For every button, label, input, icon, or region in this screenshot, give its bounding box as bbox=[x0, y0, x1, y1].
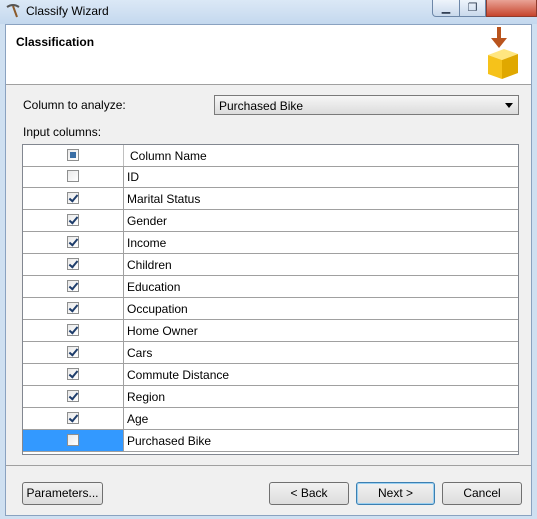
column-checkbox[interactable] bbox=[67, 214, 79, 226]
checkbox-cell bbox=[23, 430, 124, 451]
table-row[interactable]: Region bbox=[23, 386, 518, 408]
restore-icon: ❐ bbox=[467, 2, 478, 14]
wizard-header: Classification bbox=[6, 25, 531, 85]
cancel-button[interactable]: Cancel bbox=[442, 482, 522, 505]
column-checkbox[interactable] bbox=[67, 302, 79, 314]
column-checkbox[interactable] bbox=[67, 324, 79, 336]
column-checkbox[interactable] bbox=[67, 434, 79, 446]
checkbox-cell bbox=[23, 166, 124, 187]
grid-header: Column Name bbox=[23, 145, 518, 167]
pickaxe-icon bbox=[6, 4, 20, 18]
minimize-button[interactable]: ▁ bbox=[432, 0, 460, 17]
table-row[interactable]: Age bbox=[23, 408, 518, 430]
footer-divider bbox=[6, 465, 531, 466]
column-name-cell: Children bbox=[127, 258, 172, 272]
column-checkbox[interactable] bbox=[67, 236, 79, 248]
column-name-cell: Cars bbox=[127, 346, 153, 360]
table-row[interactable]: ID bbox=[23, 166, 518, 188]
page-title: Classification bbox=[16, 35, 95, 49]
table-row[interactable]: Cars bbox=[23, 342, 518, 364]
column-name-cell: ID bbox=[127, 170, 139, 184]
input-columns-grid: Column Name ID Marital Status Gender Income… bbox=[22, 144, 519, 455]
checkbox-cell bbox=[23, 232, 124, 253]
column-name-cell: Purchased Bike bbox=[127, 434, 212, 448]
checkbox-cell bbox=[23, 320, 124, 341]
column-checkbox[interactable] bbox=[67, 346, 79, 358]
column-checkbox[interactable] bbox=[67, 280, 79, 292]
checkbox-cell bbox=[23, 342, 124, 363]
table-row[interactable]: Children bbox=[23, 254, 518, 276]
column-checkbox[interactable] bbox=[67, 192, 79, 204]
column-to-analyze-dropdown[interactable]: Purchased Bike bbox=[214, 95, 519, 115]
column-name-cell: Home Owner bbox=[127, 324, 198, 338]
column-name-cell: Gender bbox=[127, 214, 168, 228]
select-all-checkbox[interactable] bbox=[67, 149, 79, 161]
column-name-cell: Age bbox=[127, 412, 149, 426]
column-to-analyze-label: Column to analyze: bbox=[23, 98, 126, 112]
close-button[interactable] bbox=[486, 0, 537, 17]
column-name-cell: Education bbox=[127, 280, 181, 294]
table-row[interactable]: Marital Status bbox=[23, 188, 518, 210]
input-columns-label: Input columns: bbox=[23, 125, 102, 139]
title-bar: Classify Wizard ▁ ❐ bbox=[0, 0, 537, 24]
column-name-cell: Region bbox=[127, 390, 166, 404]
column-checkbox[interactable] bbox=[67, 368, 79, 380]
minimize-icon: ▁ bbox=[441, 2, 451, 14]
checkbox-cell bbox=[23, 364, 124, 385]
column-checkbox[interactable] bbox=[67, 170, 79, 182]
table-row[interactable]: Home Owner bbox=[23, 320, 518, 342]
checkbox-cell bbox=[23, 188, 124, 209]
column-name-cell: Marital Status bbox=[127, 192, 201, 206]
checkbox-cell bbox=[23, 276, 124, 297]
column-name-cell: Commute Distance bbox=[127, 368, 230, 382]
parameters-button[interactable]: Parameters... bbox=[22, 482, 103, 505]
column-checkbox[interactable] bbox=[67, 412, 79, 424]
checkbox-cell bbox=[23, 386, 124, 407]
chevron-down-icon[interactable] bbox=[505, 103, 513, 108]
back-button[interactable]: < Back bbox=[269, 482, 349, 505]
dropdown-value: Purchased Bike bbox=[219, 99, 304, 113]
checkbox-cell bbox=[23, 298, 124, 319]
next-button[interactable]: Next > bbox=[356, 482, 435, 505]
maximize-button[interactable]: ❐ bbox=[459, 0, 486, 17]
table-row[interactable]: Income bbox=[23, 232, 518, 254]
column-name-header[interactable]: Column Name bbox=[130, 149, 207, 163]
table-row[interactable]: Purchased Bike bbox=[23, 430, 518, 452]
table-row[interactable]: Gender bbox=[23, 210, 518, 232]
column-name-cell: Occupation bbox=[127, 302, 188, 316]
checkbox-cell bbox=[23, 254, 124, 275]
table-row[interactable]: Education bbox=[23, 276, 518, 298]
column-name-cell: Income bbox=[127, 236, 167, 250]
select-all-cell bbox=[23, 145, 124, 166]
window-title: Classify Wizard bbox=[26, 4, 109, 18]
table-row[interactable]: Commute Distance bbox=[23, 364, 518, 386]
column-checkbox[interactable] bbox=[67, 258, 79, 270]
checkbox-cell bbox=[23, 408, 124, 429]
arrow-down-cube-icon bbox=[488, 27, 518, 79]
table-row[interactable]: Occupation bbox=[23, 298, 518, 320]
column-checkbox[interactable] bbox=[67, 390, 79, 402]
wizard-panel: Classification Column to analyze: Purcha… bbox=[5, 24, 532, 516]
checkbox-cell bbox=[23, 210, 124, 231]
